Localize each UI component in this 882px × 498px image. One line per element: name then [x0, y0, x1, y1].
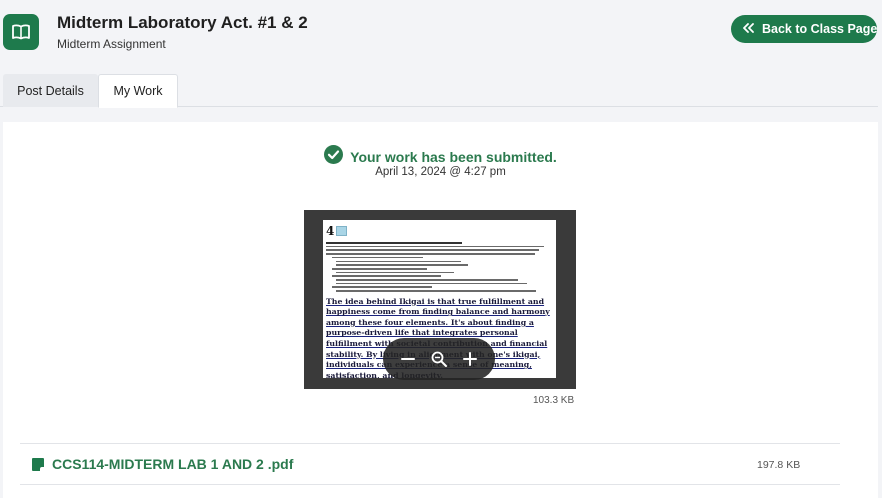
thumbnail-image	[336, 225, 348, 236]
page-number: 4	[326, 224, 335, 238]
my-work-panel: Your work has been submitted. April 13, …	[3, 122, 878, 498]
attachment-row[interactable]: CCS114-MIDTERM LAB 1 AND 2 .pdf 197.8 KB	[20, 443, 840, 485]
page-header: Midterm Laboratory Act. #1 & 2 Midterm A…	[0, 0, 882, 64]
submission-timestamp: April 13, 2024 @ 4:27 pm	[375, 166, 506, 178]
tab-bar: Post Details My Work	[0, 74, 878, 108]
open-book-icon	[3, 14, 39, 50]
tab-my-work[interactable]: My Work	[98, 74, 178, 108]
page-title: Midterm Laboratory Act. #1 & 2	[57, 13, 308, 32]
attachment-file-name[interactable]: CCS114-MIDTERM LAB 1 AND 2 .pdf	[52, 456, 293, 472]
double-chevron-left-icon	[743, 22, 754, 36]
minus-icon[interactable]	[401, 352, 415, 366]
zoom-controls	[383, 338, 495, 380]
attachment-file-size: 197.8 KB	[757, 459, 801, 471]
page-subtitle: Midterm Assignment	[57, 37, 166, 51]
image-file-size: 103.3 KB	[533, 395, 575, 406]
plus-icon[interactable]	[463, 352, 477, 366]
doc-heading-line	[326, 242, 463, 244]
tab-post-details[interactable]: Post Details	[3, 74, 98, 107]
zoom-icon[interactable]	[431, 351, 447, 367]
back-button-label: Back to Class Page	[762, 22, 878, 36]
back-to-class-button[interactable]: Back to Class Page	[731, 15, 877, 43]
file-icon	[32, 458, 44, 471]
status-message: Your work has been submitted.	[350, 149, 557, 165]
image-preview[interactable]: 4 The idea behind Ikigai is that true fu…	[304, 210, 576, 389]
